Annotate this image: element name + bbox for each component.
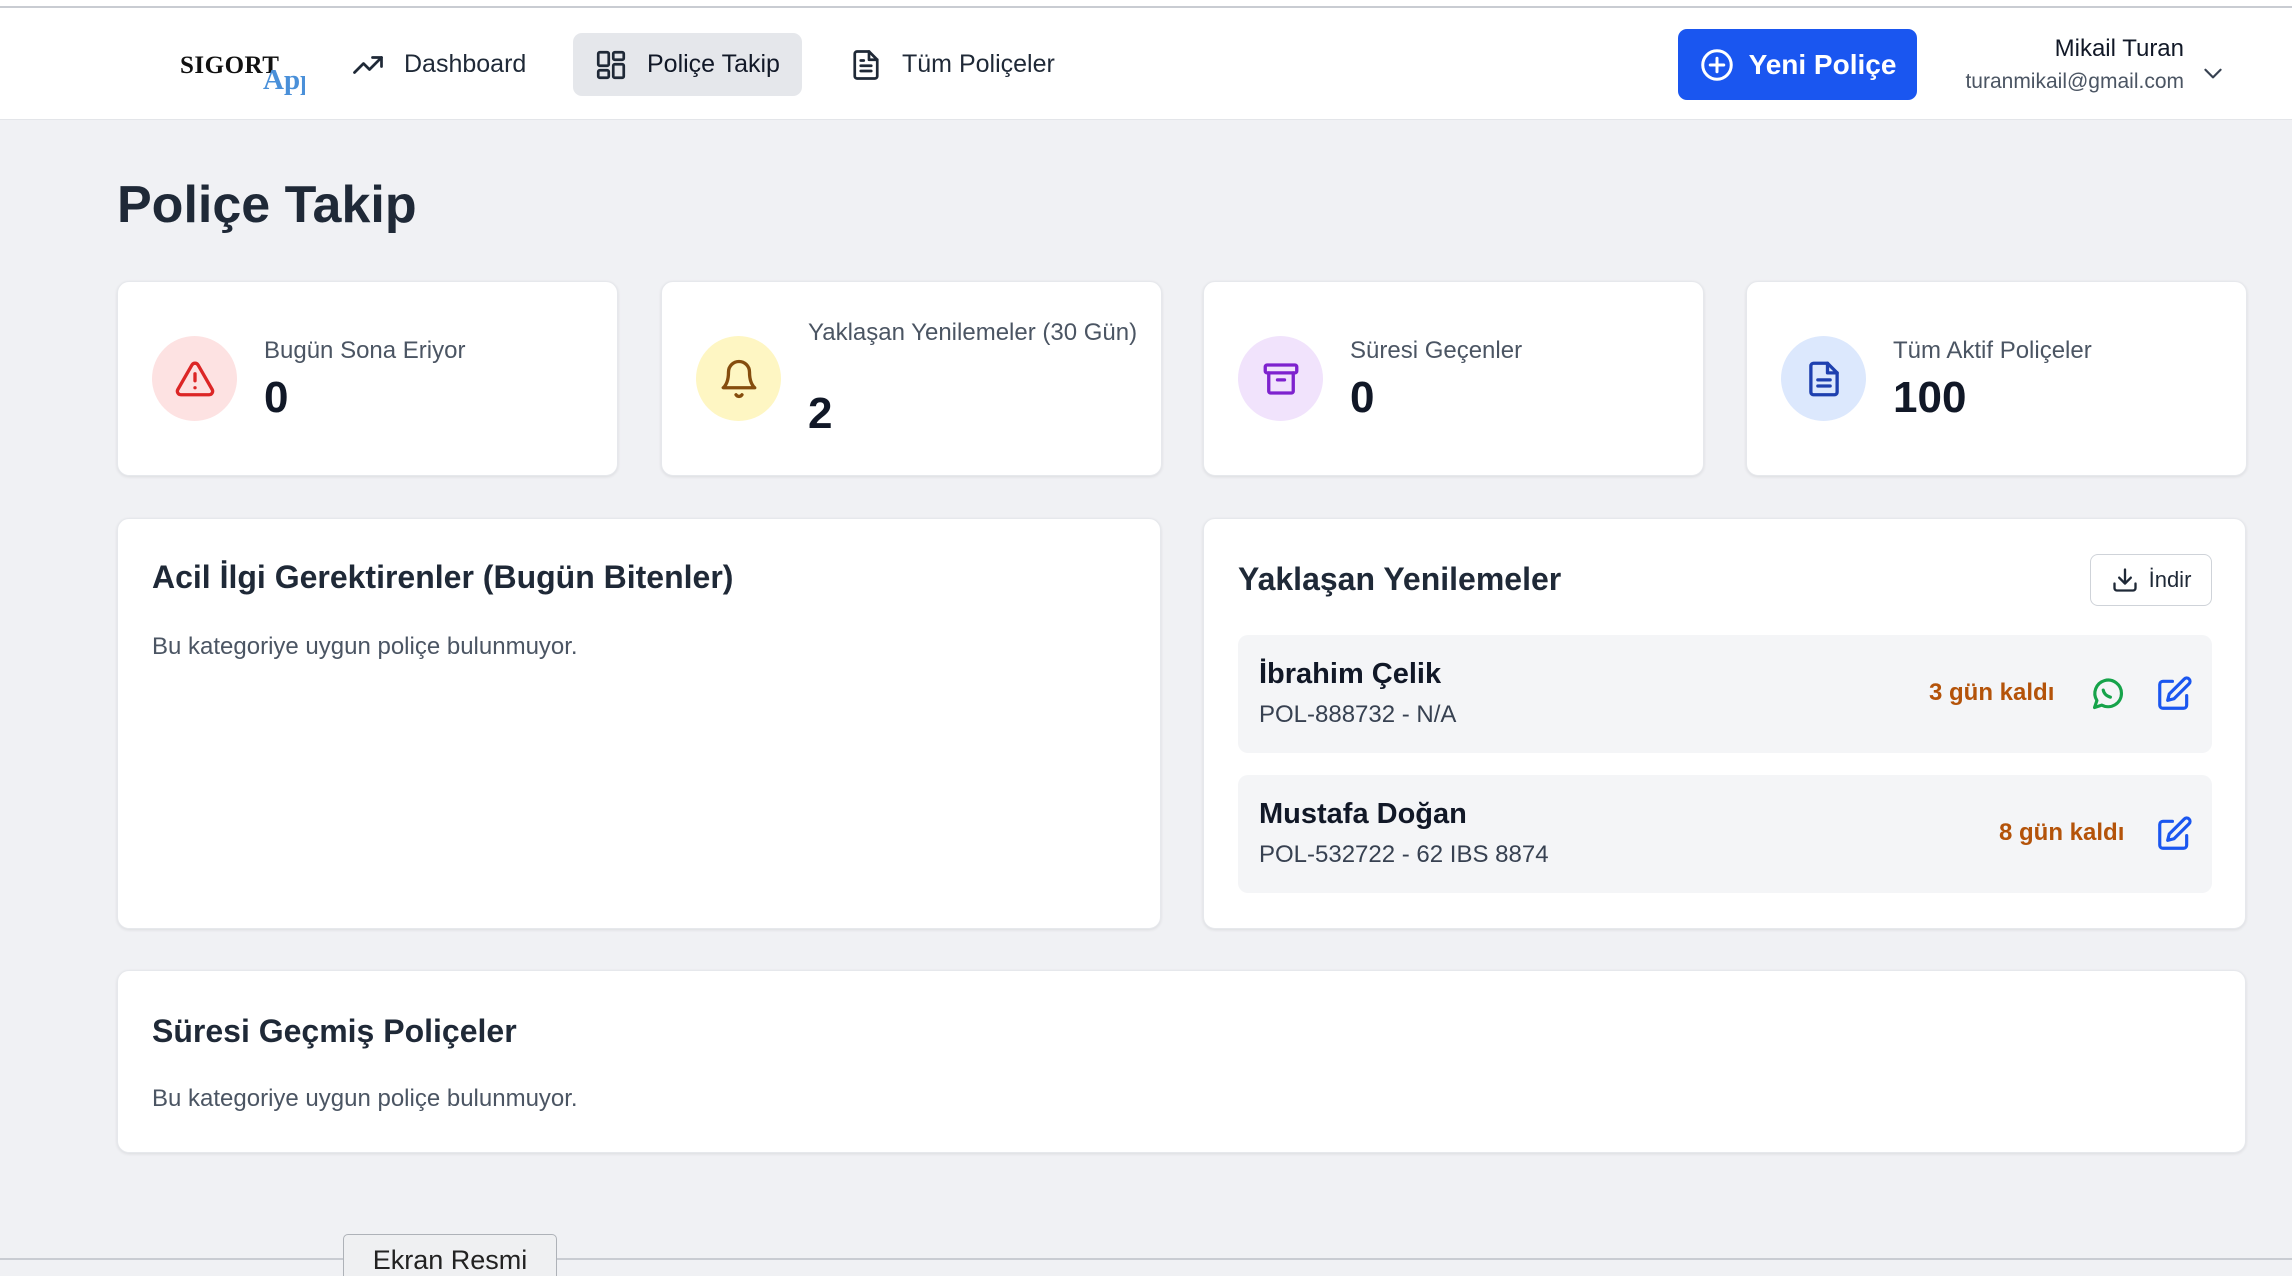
trending-up-icon bbox=[353, 55, 383, 74]
stat-card-today: Bugün Sona Eriyor 0 bbox=[117, 281, 618, 476]
stat-card-expired: Süresi Geçenler 0 bbox=[1203, 281, 1704, 476]
new-policy-button[interactable]: Yeni Poliçe bbox=[1678, 29, 1917, 100]
nav-dashboard-label: Dashboard bbox=[404, 50, 527, 78]
stat-label: Bugün Sona Eriyor bbox=[264, 337, 466, 364]
expired-panel-title: Süresi Geçmiş Poliçeler bbox=[152, 1013, 517, 1049]
urgent-panel-title: Acil İlgi Gerektirenler (Bugün Bitenler) bbox=[152, 559, 734, 595]
stat-value: 2 bbox=[808, 389, 833, 438]
stat-value: 0 bbox=[1350, 373, 1375, 422]
file-text-icon bbox=[853, 49, 879, 80]
nav-tum-policeler-label: Tüm Poliçeler bbox=[902, 50, 1055, 78]
stat-card-active: Tüm Aktif Poliçeler 100 bbox=[1746, 281, 2247, 476]
stat-value: 0 bbox=[264, 373, 289, 422]
renewal-item: İbrahim Çelik POL-888732 - N/A 3 gün kal… bbox=[1238, 635, 2212, 753]
renewal-policy-info: POL-532722 - 62 IBS 8874 bbox=[1259, 841, 1549, 868]
renewal-days-left: 8 gün kaldı bbox=[1999, 819, 2125, 846]
user-name: Mikail Turan bbox=[2054, 35, 2184, 62]
navbar: SIGORT App Dashboard Poliçe Takip Tüm Po… bbox=[0, 8, 2292, 120]
download-button[interactable]: İndir bbox=[2090, 554, 2212, 606]
new-policy-button-label: Yeni Poliçe bbox=[1748, 48, 1897, 80]
nav-police-takip-label: Poliçe Takip bbox=[647, 50, 780, 78]
bell-icon bbox=[721, 359, 756, 398]
edit-icon[interactable] bbox=[2155, 815, 2193, 853]
user-menu[interactable]: Mikail Turan turanmikail@gmail.com bbox=[1965, 34, 2184, 96]
stat-card-upcoming: Yaklaşan Yenilemeler (30 Gün) 2 bbox=[661, 281, 1162, 476]
user-email: turanmikail@gmail.com bbox=[1965, 70, 2184, 93]
window-top-edge bbox=[0, 0, 2292, 8]
stat-icon-circle bbox=[1781, 336, 1866, 421]
urgent-empty-text: Bu kategoriye uygun poliçe bulunmuyor. bbox=[152, 633, 578, 660]
nav-police-takip[interactable]: Poliçe Takip bbox=[573, 33, 802, 96]
urgent-panel: Acil İlgi Gerektirenler (Bugün Bitenler)… bbox=[117, 518, 1161, 929]
expired-empty-text: Bu kategoriye uygun poliçe bulunmuyor. bbox=[152, 1085, 578, 1112]
nav-dashboard[interactable]: Dashboard bbox=[350, 33, 526, 96]
renewal-item: Mustafa Doğan POL-532722 - 62 IBS 8874 8… bbox=[1238, 775, 2212, 893]
renewal-customer-name: İbrahim Çelik bbox=[1259, 658, 1442, 690]
stat-value: 100 bbox=[1893, 373, 1967, 422]
archive-icon bbox=[1263, 362, 1298, 395]
renewal-customer-name: Mustafa Doğan bbox=[1259, 798, 1467, 830]
chevron-down-icon[interactable] bbox=[2200, 60, 2226, 86]
layout-grid-icon bbox=[596, 50, 626, 79]
document-icon bbox=[1808, 361, 1839, 396]
screenshot-tooltip: Ekran Resmi bbox=[343, 1234, 557, 1276]
plus-circle-icon bbox=[1700, 48, 1733, 81]
upcoming-panel: Yaklaşan Yenilemeler İndir İbrahim Çelik… bbox=[1203, 518, 2246, 929]
page-title: Poliçe Takip bbox=[117, 176, 417, 234]
edit-icon[interactable] bbox=[2155, 675, 2193, 713]
upcoming-panel-title: Yaklaşan Yenilemeler bbox=[1238, 561, 1562, 597]
alert-triangle-icon bbox=[175, 361, 214, 396]
stat-icon-circle bbox=[152, 336, 237, 421]
download-icon bbox=[2112, 568, 2137, 592]
stat-label: Süresi Geçenler bbox=[1350, 337, 1523, 364]
renewal-policy-info: POL-888732 - N/A bbox=[1259, 701, 1457, 728]
download-button-label: İndir bbox=[2148, 567, 2192, 592]
logo-text-secondary: App bbox=[263, 64, 305, 96]
stat-label: Tüm Aktif Poliçeler bbox=[1893, 337, 2092, 364]
expired-panel: Süresi Geçmiş Poliçeler Bu kategoriye uy… bbox=[117, 970, 2246, 1153]
stat-icon-circle bbox=[696, 336, 781, 421]
stat-label: Yaklaşan Yenilemeler (30 Gün) bbox=[808, 319, 1138, 346]
nav-tum-policeler[interactable]: Tüm Poliçeler bbox=[848, 33, 1055, 96]
whatsapp-icon[interactable] bbox=[2089, 675, 2127, 713]
app-logo[interactable]: SIGORT App bbox=[180, 48, 310, 98]
stat-icon-circle bbox=[1238, 336, 1323, 421]
renewal-days-left: 3 gün kaldı bbox=[1929, 679, 2055, 706]
